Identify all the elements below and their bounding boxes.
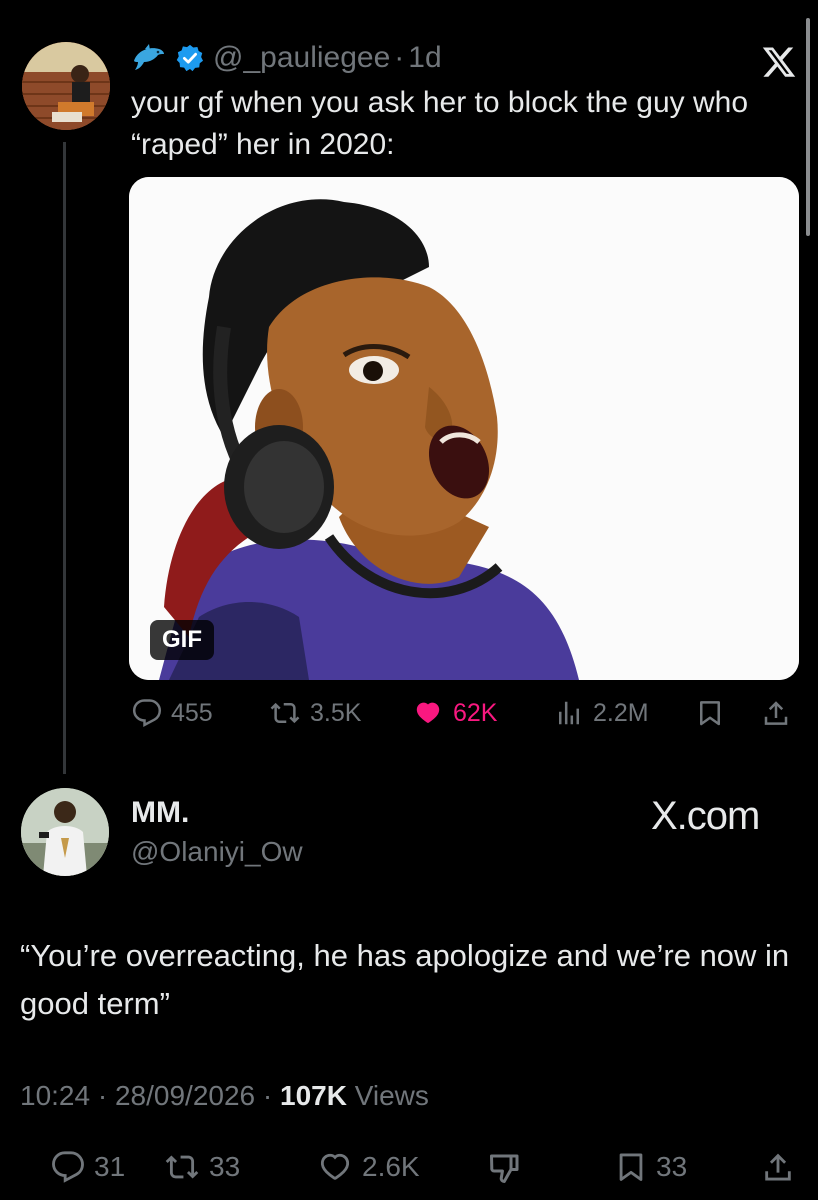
retweet-icon — [268, 698, 302, 728]
like-button[interactable]: 2.6K — [316, 1150, 420, 1184]
reply-author-name[interactable]: MM. — [131, 796, 189, 830]
share-button[interactable] — [760, 698, 792, 728]
retweet-button[interactable]: 33 — [163, 1150, 240, 1184]
like-button[interactable]: 62K — [411, 698, 497, 728]
reply-count: 31 — [94, 1151, 126, 1182]
retweet-count: 3.5K — [310, 698, 362, 727]
gif-media[interactable] — [129, 177, 799, 680]
bookmark-button[interactable]: 33 — [614, 1150, 687, 1184]
share-icon — [760, 1150, 796, 1184]
reply-count: 455 — [171, 698, 213, 727]
dolphin-icon — [131, 43, 167, 73]
watermark: X.com — [651, 794, 760, 838]
thread-line — [63, 142, 66, 774]
views-total: 107K — [280, 1080, 347, 1111]
retweet-count: 33 — [209, 1151, 241, 1182]
x-logo-icon[interactable] — [760, 44, 798, 80]
reply-date[interactable]: 28/09/2026 — [115, 1080, 255, 1111]
verified-icon — [175, 43, 205, 73]
dot-separator: · — [394, 41, 405, 74]
reply-icon — [50, 1150, 86, 1184]
share-button[interactable] — [760, 1150, 796, 1184]
retweet-icon — [163, 1150, 201, 1184]
reply-text: “You’re overreacting, he has apologize a… — [20, 938, 790, 1021]
timestamp[interactable]: 1d — [408, 41, 441, 75]
reply-icon — [131, 698, 163, 728]
bookmark-icon — [695, 698, 725, 728]
views-count: 2.2M — [593, 698, 649, 727]
reply-button[interactable]: 31 — [50, 1150, 125, 1184]
thumbs-down-icon — [487, 1150, 523, 1186]
bookmark-button[interactable] — [695, 698, 725, 728]
heart-icon — [316, 1150, 354, 1184]
reply-author-handle[interactable]: @Olaniyi_Ow — [131, 836, 303, 868]
heart-filled-icon — [411, 698, 445, 728]
views-label: Views — [354, 1080, 429, 1111]
tweet-text: your gf when you ask her to block the gu… — [131, 86, 749, 161]
bookmark-icon — [614, 1150, 648, 1184]
gif-badge: GIF — [150, 620, 214, 660]
author-handle[interactable]: @_pauliegee — [213, 41, 390, 75]
like-count: 2.6K — [362, 1151, 420, 1182]
avatar[interactable] — [21, 788, 109, 876]
tweet-meta: 10:24 · 28/09/2026 · 107K Views — [20, 1080, 429, 1111]
scrollbar[interactable] — [806, 18, 810, 236]
reply-time[interactable]: 10:24 — [20, 1080, 90, 1111]
dislike-button[interactable] — [487, 1150, 523, 1186]
views-button[interactable]: 2.2M — [553, 698, 649, 728]
reply-button[interactable]: 455 — [131, 698, 213, 728]
retweet-button[interactable]: 3.5K — [268, 698, 361, 728]
tweet-header: @_pauliegee · 1d — [131, 40, 442, 76]
views-icon — [553, 698, 585, 728]
avatar[interactable] — [22, 42, 110, 130]
share-icon — [760, 698, 792, 728]
like-count: 62K — [453, 698, 498, 727]
bookmark-count: 33 — [656, 1151, 688, 1182]
